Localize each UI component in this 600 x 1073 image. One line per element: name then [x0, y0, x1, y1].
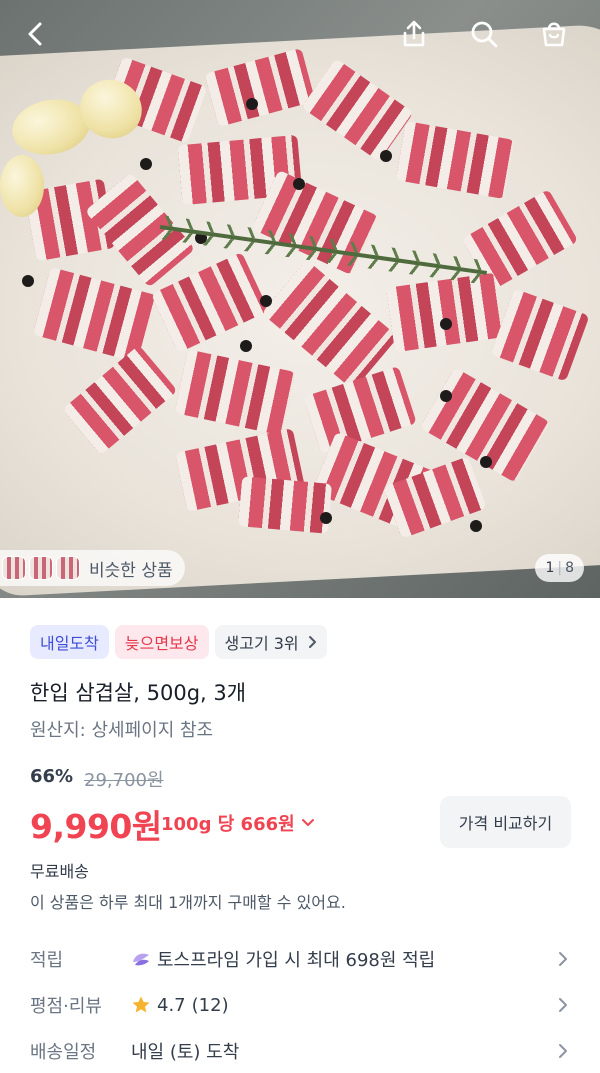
tag-late-compensation: 늦으면보상	[114, 625, 209, 659]
chevron-right-icon	[559, 952, 567, 966]
review-count: (12)	[191, 994, 229, 1016]
chevron-right-icon	[559, 998, 567, 1012]
sale-price: 9,990원	[30, 807, 162, 846]
tag-list: 내일도착 늦으면보상 생고기 3위	[30, 625, 327, 659]
back-button[interactable]	[16, 14, 56, 54]
rating-value: 4.7 (12)	[131, 995, 229, 1016]
rating-score: 4.7	[157, 994, 186, 1016]
delivery-row[interactable]: 배송일정 내일 (토) 도착	[0, 1029, 600, 1073]
points-value: 토스프라임 가입 시 최대 698원 적립	[131, 946, 435, 972]
image-pager: 1 | 8	[535, 554, 584, 582]
search-button[interactable]	[464, 14, 504, 54]
search-icon	[471, 21, 498, 48]
purchase-limit-notice: 이 상품은 하루 최대 1개까지 구매할 수 있어요.	[30, 893, 346, 912]
similar-thumbnail	[2, 556, 26, 580]
delivery-label: 배송일정	[30, 1042, 97, 1063]
rating-label: 평점·리뷰	[30, 996, 102, 1017]
cart-button[interactable]	[534, 14, 574, 54]
rank-label: 생고기 3위	[224, 634, 299, 653]
product-origin: 원산지: 상세페이지 참조	[30, 720, 214, 741]
garlic-clove	[0, 155, 44, 217]
unit-price-toggle[interactable]: 100g 당 666원	[161, 810, 315, 836]
shopping-bag-icon	[542, 22, 566, 47]
similar-thumbnail	[56, 556, 80, 580]
points-row[interactable]: 적립 토스프라임 가입 시 최대 698원 적립	[0, 937, 600, 981]
unit-price: 100g 당 666원	[161, 814, 295, 835]
similar-products-label: 비슷한 상품	[89, 560, 173, 581]
rating-row[interactable]: 평점·리뷰 4.7 (12)	[0, 983, 600, 1027]
discount-rate: 66%	[30, 766, 74, 787]
compare-price-button[interactable]: 가격 비교하기	[440, 796, 571, 848]
product-title: 한입 삼겹살, 500g, 3개	[30, 681, 247, 705]
similar-thumbnail	[29, 556, 53, 580]
points-label: 적립	[30, 950, 64, 971]
pager-current: 1	[545, 560, 555, 576]
product-image[interactable]: 비슷한 상품 1 | 8	[0, 0, 600, 598]
shipping-label: 무료배송	[30, 862, 89, 881]
similar-products-button[interactable]: 비슷한 상품	[0, 550, 185, 586]
original-price: 29,700원	[84, 770, 164, 791]
points-text: 토스프라임 가입 시 최대 698원 적립	[157, 950, 436, 971]
pager-total: 8	[565, 560, 574, 576]
toss-prime-icon	[133, 953, 149, 966]
share-icon	[403, 20, 425, 47]
delivery-value: 내일 (토) 도착	[131, 1042, 240, 1063]
chevron-right-icon	[308, 636, 316, 648]
share-button[interactable]	[394, 14, 434, 54]
tag-category-rank[interactable]: 생고기 3위	[214, 625, 327, 659]
chevron-down-icon	[301, 819, 314, 826]
star-icon	[132, 996, 150, 1013]
chevron-right-icon	[559, 1044, 567, 1058]
tag-tomorrow-arrival: 내일도착	[30, 625, 109, 659]
chevron-left-icon	[28, 22, 42, 46]
